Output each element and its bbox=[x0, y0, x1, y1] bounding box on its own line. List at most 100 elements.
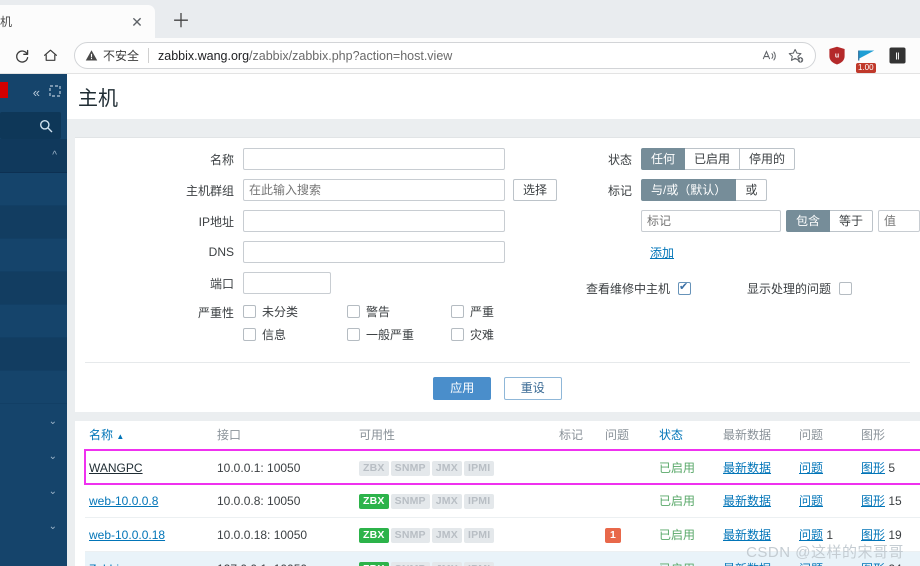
profile-icon[interactable]: Ⅱ bbox=[882, 42, 912, 70]
severity-option-warning[interactable]: 警告 bbox=[347, 303, 451, 320]
severity-option-high[interactable]: 严重 bbox=[451, 303, 555, 320]
badge-jmx[interactable]: JMX bbox=[431, 561, 462, 566]
sidebar-item[interactable] bbox=[0, 272, 67, 305]
address-bar[interactable]: 不安全 zabbix.wang.org/zabbix/zabbix.php?ac… bbox=[74, 42, 816, 69]
cell-problems-link[interactable]: 问题 bbox=[795, 484, 857, 518]
checkbox[interactable] bbox=[451, 328, 464, 341]
cell-host-name[interactable]: Zabbix server bbox=[85, 551, 213, 566]
collapse-icon[interactable]: « bbox=[33, 86, 40, 99]
host-name-link[interactable]: web-10.0.0.18 bbox=[89, 528, 165, 542]
badge-snmp[interactable]: SNMP bbox=[390, 460, 430, 476]
select-button[interactable]: 选择 bbox=[513, 179, 558, 201]
status-option-enabled[interactable]: 已启用 bbox=[684, 148, 740, 170]
add-tag-link[interactable]: 添加 bbox=[650, 244, 674, 261]
dns-input[interactable] bbox=[243, 241, 505, 263]
shield-extension-icon[interactable]: u bbox=[822, 42, 852, 70]
sidebar-section-user[interactable]: ⌄ bbox=[0, 404, 67, 439]
sidebar-item[interactable] bbox=[0, 305, 67, 338]
host-name-link[interactable]: WANGPC bbox=[89, 461, 143, 475]
cell-graphs[interactable]: 图形 5 bbox=[857, 450, 920, 484]
badge-snmp[interactable]: SNMP bbox=[390, 527, 430, 543]
tag-name-input[interactable] bbox=[640, 210, 781, 232]
graphs-link[interactable]: 图形 bbox=[861, 562, 885, 566]
checkbox[interactable] bbox=[243, 328, 256, 341]
sidebar-section-collapsed[interactable]: ⌄ bbox=[0, 474, 67, 509]
tags-operator-or[interactable]: 或 bbox=[736, 179, 768, 201]
badge-zbx[interactable]: ZBX bbox=[359, 460, 389, 476]
table-row[interactable]: WANGPC 10.0.0.1: 10050 ZBX SNMP JMX IPMI bbox=[84, 449, 920, 485]
column-header-interface[interactable]: 接口 bbox=[213, 421, 355, 451]
graphs-link[interactable]: 图形 bbox=[861, 461, 885, 475]
graphs-link[interactable]: 图形 bbox=[861, 528, 885, 542]
ip-input[interactable] bbox=[243, 210, 505, 232]
add-favorite-icon[interactable] bbox=[783, 44, 809, 68]
cell-host-name[interactable]: WANGPC bbox=[85, 450, 213, 484]
checkbox[interactable] bbox=[347, 328, 360, 341]
problems-link[interactable]: 问题 bbox=[799, 562, 823, 566]
sidebar-section-header[interactable]: ^ bbox=[0, 139, 67, 173]
sidebar-item[interactable] bbox=[0, 371, 67, 404]
plus-icon[interactable]: ＋ bbox=[167, 7, 195, 35]
column-header-availability[interactable]: 可用性 bbox=[355, 421, 555, 451]
sidebar-item[interactable] bbox=[0, 338, 67, 371]
read-aloud-icon[interactable] bbox=[757, 44, 783, 68]
sidebar-search-input[interactable] bbox=[0, 112, 61, 139]
badge-ipmi[interactable]: IPMI bbox=[463, 561, 495, 566]
show-suppressed-checkbox[interactable] bbox=[839, 281, 852, 295]
cell-host-name[interactable]: web-10.0.0.8 bbox=[85, 484, 213, 518]
browser-tab[interactable]: 机 ✕ bbox=[0, 5, 155, 38]
host-name-link[interactable]: Zabbix server bbox=[89, 562, 162, 566]
port-input[interactable] bbox=[243, 272, 331, 294]
severity-option-not-classified[interactable]: 未分类 bbox=[243, 303, 347, 320]
badge-ipmi[interactable]: IPMI bbox=[463, 493, 495, 509]
table-row[interactable]: web-10.0.0.8 10.0.0.8: 10050 ZBX SNMP JM… bbox=[85, 484, 920, 518]
badge-snmp[interactable]: SNMP bbox=[390, 561, 430, 566]
badge-zbx[interactable]: ZBX bbox=[359, 527, 389, 543]
severity-option-information[interactable]: 信息 bbox=[243, 326, 347, 343]
checkbox[interactable] bbox=[347, 305, 360, 318]
name-input[interactable] bbox=[243, 148, 505, 170]
cell-problems-link[interactable]: 问题 bbox=[795, 450, 857, 484]
cell-latest-data[interactable]: 最新数据 bbox=[719, 450, 795, 484]
expand-icon[interactable] bbox=[49, 85, 61, 99]
badge-jmx[interactable]: JMX bbox=[431, 460, 462, 476]
problems-link[interactable]: 问题 bbox=[799, 528, 823, 542]
tag-match-contains[interactable]: 包含 bbox=[785, 210, 830, 232]
home-icon[interactable] bbox=[36, 42, 64, 70]
badge-jmx[interactable]: JMX bbox=[431, 493, 462, 509]
reload-icon[interactable] bbox=[8, 42, 36, 70]
sidebar-item[interactable] bbox=[0, 239, 67, 272]
close-icon[interactable]: ✕ bbox=[127, 12, 147, 32]
status-option-disabled[interactable]: 停用的 bbox=[740, 148, 796, 170]
cell-host-name[interactable]: web-10.0.0.18 bbox=[85, 517, 213, 552]
latest-data-link[interactable]: 最新数据 bbox=[723, 562, 771, 566]
checkbox[interactable] bbox=[451, 305, 464, 318]
latest-data-link[interactable]: 最新数据 bbox=[723, 494, 771, 508]
sidebar-item[interactable] bbox=[0, 206, 67, 239]
sidebar-section-collapsed[interactable]: ⌄ bbox=[0, 509, 67, 544]
cell-latest-data[interactable]: 最新数据 bbox=[719, 484, 795, 518]
badge-zbx[interactable]: ZBX bbox=[359, 561, 389, 566]
checkbox[interactable] bbox=[243, 305, 256, 318]
flag-extension-icon[interactable]: 1.00 bbox=[852, 42, 882, 73]
badge-snmp[interactable]: SNMP bbox=[390, 493, 430, 509]
badge-zbx[interactable]: ZBX bbox=[359, 493, 389, 509]
host-group-input[interactable] bbox=[243, 179, 505, 201]
latest-data-link[interactable]: 最新数据 bbox=[723, 461, 771, 475]
apply-button[interactable]: 应用 bbox=[433, 377, 492, 400]
sidebar-item[interactable] bbox=[0, 173, 67, 206]
latest-data-link[interactable]: 最新数据 bbox=[723, 528, 771, 542]
tag-value-input[interactable] bbox=[878, 210, 920, 232]
cell-graphs[interactable]: 图形 15 bbox=[857, 484, 920, 518]
tags-operator-andor[interactable]: 与/或（默认） bbox=[640, 179, 737, 201]
tag-match-equals[interactable]: 等于 bbox=[829, 210, 873, 232]
badge-ipmi[interactable]: IPMI bbox=[463, 527, 495, 543]
problems-link[interactable]: 问题 bbox=[799, 494, 823, 508]
column-header-name[interactable]: 名称 ▲ bbox=[85, 421, 213, 451]
column-header-status[interactable]: 状态 bbox=[655, 421, 719, 451]
status-option-any[interactable]: 任何 bbox=[640, 148, 685, 170]
reset-button[interactable]: 重设 bbox=[503, 377, 562, 400]
sidebar-section-collapsed[interactable]: ⌄ bbox=[0, 439, 67, 474]
severity-option-disaster[interactable]: 灾难 bbox=[451, 326, 555, 343]
badge-ipmi[interactable]: IPMI bbox=[463, 460, 495, 476]
